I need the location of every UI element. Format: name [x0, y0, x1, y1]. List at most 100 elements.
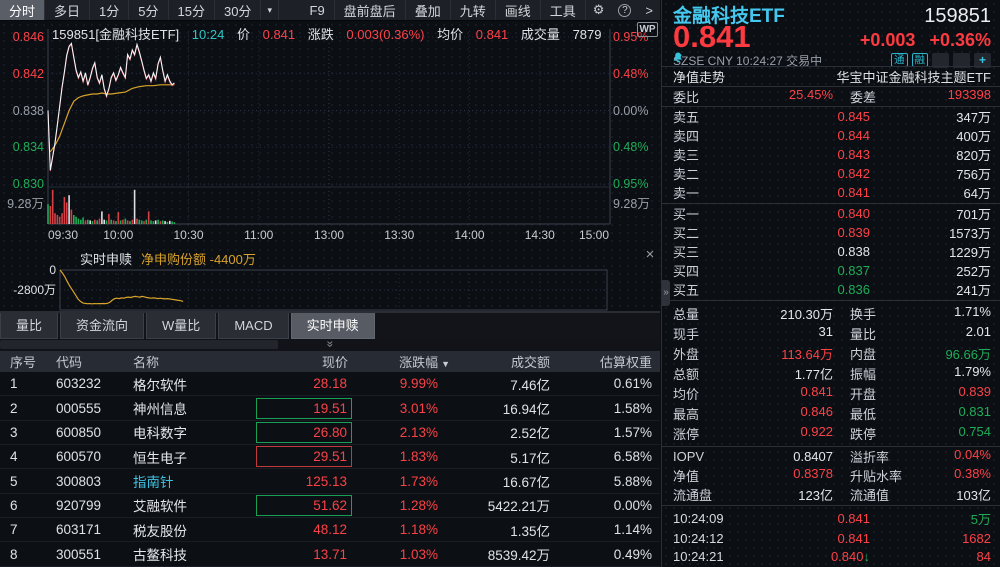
indicator-tab-0[interactable]: 量比 — [0, 313, 58, 339]
volume-bar — [80, 220, 82, 224]
table-header-cell-6[interactable]: 估算权重 — [562, 352, 660, 371]
bid-row[interactable]: 买四0.837252万 — [673, 261, 991, 280]
table-row[interactable]: 7603171税友股份48.121.18%1.35亿1.14% — [0, 518, 660, 542]
chevron-down-icon: » — [325, 341, 335, 348]
stat-row: 均价0.841开盘0.839 — [673, 384, 991, 403]
bid-row[interactable]: 买一0.840701万 — [673, 204, 991, 223]
ask-row[interactable]: 卖五0.845347万 — [673, 107, 991, 126]
y-axis-percent-label: 0.48% — [613, 139, 659, 155]
table-row[interactable]: 3600850电科数字26.802.13%2.52亿1.57% — [0, 421, 660, 445]
x-axis-time-label: 15:00 — [572, 228, 616, 242]
table-header-cell-4[interactable]: 涨跌幅▼ — [360, 352, 452, 371]
table-row[interactable]: 4600570恒生电子29.511.83%5.17亿6.58% — [0, 445, 660, 469]
cell-turnover: 5.17亿 — [452, 447, 562, 467]
ask-row[interactable]: 卖四0.844400万 — [673, 126, 991, 145]
table-header-cell-3[interactable]: 现价 — [252, 352, 360, 371]
volume-bar — [155, 220, 157, 224]
volume-bar — [139, 220, 141, 224]
volume-bar — [174, 222, 176, 224]
cell-price: 125.13 — [252, 471, 360, 492]
panel-expand-handle[interactable]: » — [662, 280, 670, 306]
table-header-cell-2[interactable]: 名称 — [126, 352, 252, 371]
intraday-chart-panel[interactable]: 159851[金融科技ETF] 10:24 价 0.841 涨跌 0.003(0… — [0, 21, 660, 246]
table-row[interactable]: 1603232格尔软件28.189.99%7.46亿0.61% — [0, 372, 660, 396]
period-tab-5[interactable]: 30分 — [215, 0, 261, 20]
tool-button-1[interactable]: 盘前盘后 — [335, 0, 406, 20]
volume-bar — [94, 220, 96, 224]
weibi-value: 25.45% — [789, 87, 833, 106]
period-tab-3[interactable]: 5分 — [129, 0, 168, 20]
volume-bar — [54, 213, 56, 224]
ask-row[interactable]: 卖一0.84164万 — [673, 183, 991, 202]
subpanel-chart-canvas[interactable] — [0, 246, 660, 312]
ask-row-price: 0.842 — [733, 166, 870, 181]
indicator-tab-3[interactable]: MACD — [218, 313, 288, 339]
bid-row[interactable]: 买五0.836241万 — [673, 280, 991, 299]
nav-trend-label[interactable]: 净值走势 — [673, 67, 725, 86]
volume-bar — [171, 222, 173, 225]
iopv-row: 流通盘123亿流通值103亿 — [673, 485, 991, 504]
bid-row-price: 0.838 — [733, 244, 870, 259]
ask-row-price: 0.843 — [733, 147, 870, 162]
bid-row[interactable]: 买二0.8391573万 — [673, 223, 991, 242]
period-dropdown-icon[interactable]: ▾ — [261, 0, 279, 20]
volume-bar — [160, 221, 162, 224]
cell-index: 8 — [0, 547, 48, 562]
tool-button-5[interactable]: 工具 — [541, 0, 586, 20]
stat-row-pair: 开盘0.839 — [850, 384, 991, 403]
cell-code: 600570 — [48, 449, 126, 464]
indicator-tab-4[interactable]: 实时申赎 — [291, 313, 375, 339]
y-axis-percent-label: 0.00% — [613, 103, 659, 119]
cell-turnover: 1.35亿 — [452, 520, 562, 540]
iopv-row-pair: 溢折率0.04% — [850, 447, 991, 466]
table-header-cell-1[interactable]: 代码 — [48, 352, 126, 371]
stat-row-pair: 换手1.71% — [850, 304, 991, 323]
stat-row-pair: 外盘113.64万 — [673, 344, 833, 363]
tool-button-3[interactable]: 九转 — [451, 0, 496, 20]
table-row[interactable]: 2000555神州信息19.513.01%16.94亿1.58% — [0, 396, 660, 420]
bid-row-volume: 252万 — [870, 261, 991, 280]
help-icon[interactable]: ? — [611, 0, 638, 20]
cell-price: 48.12 — [252, 519, 360, 540]
volume-bar — [108, 214, 110, 224]
iopv-row-label: 流通盘 — [673, 485, 712, 504]
cell-name: 指南针 — [126, 471, 252, 491]
period-tab-0[interactable]: 分时 — [0, 0, 45, 20]
tool-button-4[interactable]: 画线 — [496, 0, 541, 20]
cell-change-percent: 1.28% — [360, 498, 452, 513]
tool-button-2[interactable]: 叠加 — [406, 0, 451, 20]
price-limit-box: 48.12 — [256, 519, 352, 540]
toolbar-spacer — [279, 0, 301, 20]
volume-bar — [129, 221, 131, 224]
table-header-cell-5[interactable]: 成交额 — [452, 352, 562, 371]
ask-row[interactable]: 卖三0.843820万 — [673, 145, 991, 164]
stat-row-value: 1.77亿 — [795, 364, 833, 383]
period-tab-2[interactable]: 1分 — [90, 0, 129, 20]
ask-row[interactable]: 卖二0.842756万 — [673, 164, 991, 183]
tick-price: 0.841 — [743, 511, 870, 526]
bid-row[interactable]: 买三0.8381229万 — [673, 242, 991, 261]
iopv-row-pair: 升贴水率0.38% — [850, 466, 991, 485]
gear-icon[interactable]: ⚙ — [586, 0, 612, 20]
indicator-tab-2[interactable]: W量比 — [146, 313, 216, 339]
period-tab-4[interactable]: 15分 — [169, 0, 215, 20]
volume-bar — [150, 220, 152, 224]
stat-row-pair: 振幅1.79% — [850, 364, 991, 383]
period-tab-1[interactable]: 多日 — [45, 0, 90, 20]
more-chevron-icon[interactable]: > — [638, 0, 660, 20]
intraday-chart-canvas[interactable] — [0, 21, 660, 246]
collapse-panel-button[interactable]: » — [319, 339, 341, 351]
indicator-tab-1[interactable]: 资金流向 — [60, 313, 144, 339]
volume-bar — [50, 206, 52, 224]
table-row[interactable]: 6920799艾融软件51.621.28%5422.21万0.00% — [0, 494, 660, 518]
table-row[interactable]: 5300803指南针125.131.73%16.67亿5.88% — [0, 469, 660, 493]
sort-descending-icon[interactable]: ▼ — [441, 359, 450, 369]
table-row[interactable]: 8300551古鳌科技13.711.03%8539.42万0.49% — [0, 542, 660, 566]
horizontal-scrollbar-thumb[interactable] — [0, 340, 278, 349]
price-limit-box: 51.62 — [256, 495, 352, 516]
iopv-row-value: 0.04% — [954, 447, 991, 466]
tool-button-0[interactable]: F9 — [301, 0, 335, 20]
indicator-subpanel[interactable]: 实时申赎 净申购份额 -4400万 × 0-2800万 — [0, 246, 660, 312]
volume-bar — [47, 204, 49, 224]
table-header-cell-0[interactable]: 序号 — [0, 352, 48, 371]
